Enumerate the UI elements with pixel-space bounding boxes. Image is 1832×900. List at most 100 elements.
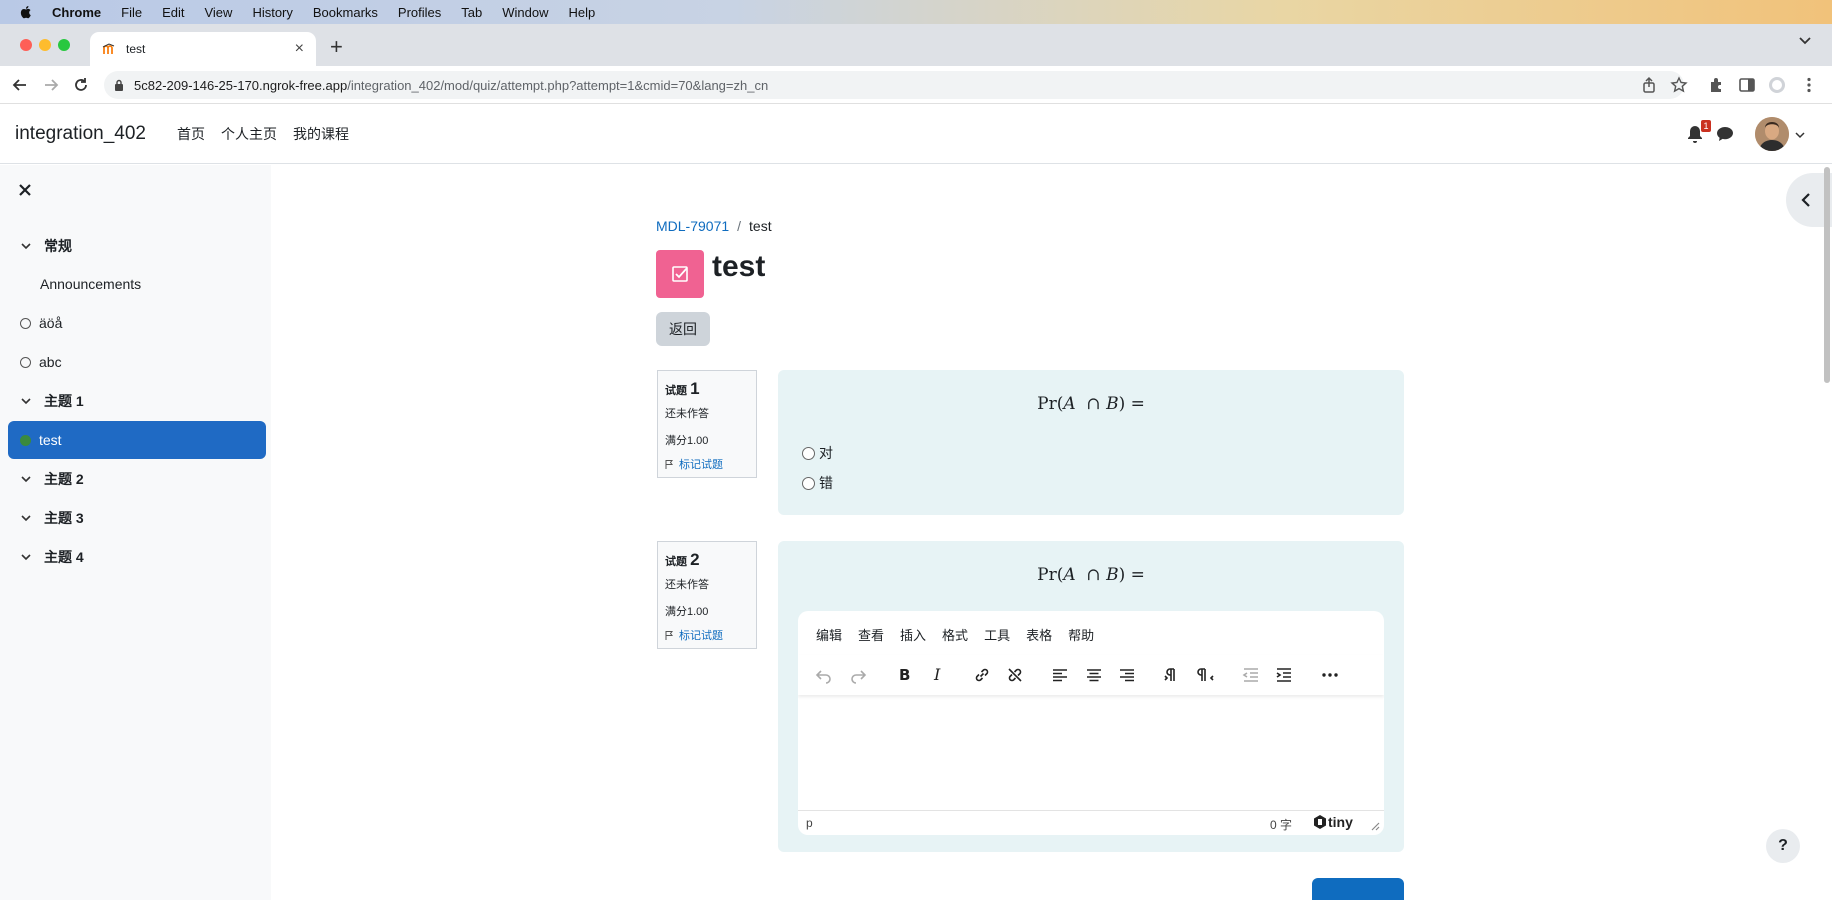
editor-menu-table[interactable]: 表格: [1026, 625, 1052, 644]
resize-grip-icon[interactable]: [1370, 821, 1380, 831]
checkbox-edit-icon: [672, 266, 688, 282]
tiny-brand-link[interactable]: tiny: [1312, 814, 1353, 830]
question-content: Pr(A ∩ B) = 编辑 查看 插入 格式 工具 表格 帮助 B I p 0…: [778, 541, 1404, 852]
align-left-icon[interactable]: [1050, 665, 1070, 685]
italic-icon[interactable]: I: [928, 665, 948, 685]
align-center-icon[interactable]: [1084, 665, 1104, 685]
bold-icon[interactable]: B: [894, 665, 914, 685]
chevron-down-icon[interactable]: [20, 395, 32, 407]
close-tab-icon[interactable]: ×: [295, 40, 304, 58]
menu-tab[interactable]: Tab: [461, 5, 482, 20]
new-tab-icon[interactable]: +: [330, 34, 343, 60]
unlink-icon[interactable]: [1005, 665, 1025, 685]
course-index-section[interactable]: 主题 3: [8, 499, 266, 537]
tab-search-chevron-icon[interactable]: [1798, 36, 1812, 46]
answer-option-false[interactable]: 错: [802, 473, 833, 493]
menu-profiles[interactable]: Profiles: [398, 5, 441, 20]
editor-menu-insert[interactable]: 插入: [900, 625, 926, 644]
editor-content-area[interactable]: [798, 695, 1384, 810]
formula-suffix: ) =: [1118, 394, 1145, 414]
question-marks: 满分1.00: [665, 435, 709, 447]
course-index-activity[interactable]: äöå: [8, 304, 266, 342]
activity-label: äöå: [39, 315, 63, 331]
more-horizontal-icon[interactable]: [1320, 665, 1340, 685]
profile-icon[interactable]: [1768, 76, 1786, 94]
radio-true[interactable]: [802, 446, 815, 460]
flag-question-link[interactable]: 标记试题: [665, 456, 749, 472]
back-arrow-icon[interactable]: [11, 76, 29, 94]
course-index-activity[interactable]: abc: [8, 343, 266, 381]
extensions-puzzle-icon[interactable]: [1708, 76, 1726, 94]
browser-tab[interactable]: test ×: [90, 32, 316, 66]
lock-icon[interactable]: [114, 79, 124, 91]
address-bar[interactable]: 5c82-209-146-25-170.ngrok-free.app/integ…: [104, 71, 1684, 99]
back-button[interactable]: 返回: [656, 312, 710, 346]
scrollbar-thumb[interactable]: [1824, 167, 1830, 383]
menu-chrome[interactable]: Chrome: [52, 5, 101, 20]
menu-window[interactable]: Window: [502, 5, 548, 20]
chevron-down-icon[interactable]: [20, 551, 32, 563]
course-index-activity-active[interactable]: test: [8, 421, 266, 459]
chevron-down-icon[interactable]: [20, 473, 32, 485]
undo-icon[interactable]: [814, 665, 834, 685]
question-info-panel: 试题 1 还未作答 满分1.00 标记试题: [657, 370, 757, 478]
menu-file[interactable]: File: [121, 5, 142, 20]
flag-question-link[interactable]: 标记试题: [665, 627, 749, 643]
word-count[interactable]: 0 字: [1270, 816, 1292, 833]
menu-view[interactable]: View: [204, 5, 232, 20]
editor-menu-tools[interactable]: 工具: [984, 625, 1010, 644]
menu-history[interactable]: History: [252, 5, 292, 20]
link-icon[interactable]: [972, 665, 992, 685]
flag-question-label: 标记试题: [679, 630, 723, 642]
help-button[interactable]: ?: [1766, 829, 1800, 863]
window-close-button[interactable]: [20, 39, 32, 51]
user-avatar[interactable]: [1755, 117, 1789, 151]
element-path[interactable]: p: [806, 816, 813, 830]
course-index-section[interactable]: 主题 1: [8, 382, 266, 420]
breadcrumb-course-link[interactable]: MDL-79071: [656, 218, 729, 234]
menu-edit[interactable]: Edit: [162, 5, 184, 20]
nav-my-courses[interactable]: 我的课程: [293, 124, 349, 144]
messages-chat-icon[interactable]: [1716, 126, 1734, 142]
right-to-left-icon[interactable]: [1196, 665, 1216, 685]
menu-bookmarks[interactable]: Bookmarks: [313, 5, 378, 20]
radio-false[interactable]: [802, 476, 815, 490]
menu-help[interactable]: Help: [569, 5, 596, 20]
redo-icon[interactable]: [848, 665, 868, 685]
question-number: 1: [690, 379, 700, 398]
side-panel-icon[interactable]: [1738, 76, 1756, 94]
site-name[interactable]: integration_402: [15, 123, 146, 145]
editor-menu-view[interactable]: 查看: [858, 625, 884, 644]
course-index-activity[interactable]: Announcements: [8, 265, 266, 303]
question-label: 试题: [665, 385, 687, 397]
window-zoom-button[interactable]: [58, 39, 70, 51]
user-menu-chevron-icon[interactable]: [1795, 131, 1805, 139]
window-minimize-button[interactable]: [39, 39, 51, 51]
nav-dashboard[interactable]: 个人主页: [221, 124, 277, 144]
forward-arrow-icon[interactable]: [42, 76, 60, 94]
course-index-section[interactable]: 主题 2: [8, 460, 266, 498]
editor-menu-edit[interactable]: 编辑: [816, 625, 842, 644]
answer-option-true[interactable]: 对: [802, 443, 833, 463]
bookmark-star-icon[interactable]: [1670, 76, 1688, 94]
next-page-button[interactable]: [1312, 878, 1404, 900]
page-scrollbar[interactable]: [1822, 165, 1832, 900]
question-formula: Pr(A ∩ B) =: [778, 394, 1404, 414]
course-index-section[interactable]: 主题 4: [8, 538, 266, 576]
indent-icon[interactable]: [1274, 665, 1294, 685]
left-to-right-icon[interactable]: [1162, 665, 1182, 685]
align-right-icon[interactable]: [1117, 665, 1137, 685]
nav-home[interactable]: 首页: [177, 124, 205, 144]
chevron-down-icon[interactable]: [20, 240, 32, 252]
more-vertical-icon[interactable]: [1800, 76, 1818, 94]
reload-icon[interactable]: [72, 76, 90, 94]
share-icon[interactable]: [1640, 76, 1658, 94]
course-index-section[interactable]: 常规: [8, 227, 266, 265]
apple-icon[interactable]: [18, 4, 34, 20]
editor-menu-help[interactable]: 帮助: [1068, 625, 1094, 644]
chevron-down-icon[interactable]: [20, 512, 32, 524]
outdent-icon[interactable]: [1241, 665, 1261, 685]
formula-prefix: Pr(: [1037, 394, 1064, 414]
editor-menu-format[interactable]: 格式: [942, 625, 968, 644]
close-drawer-icon[interactable]: [18, 183, 32, 197]
